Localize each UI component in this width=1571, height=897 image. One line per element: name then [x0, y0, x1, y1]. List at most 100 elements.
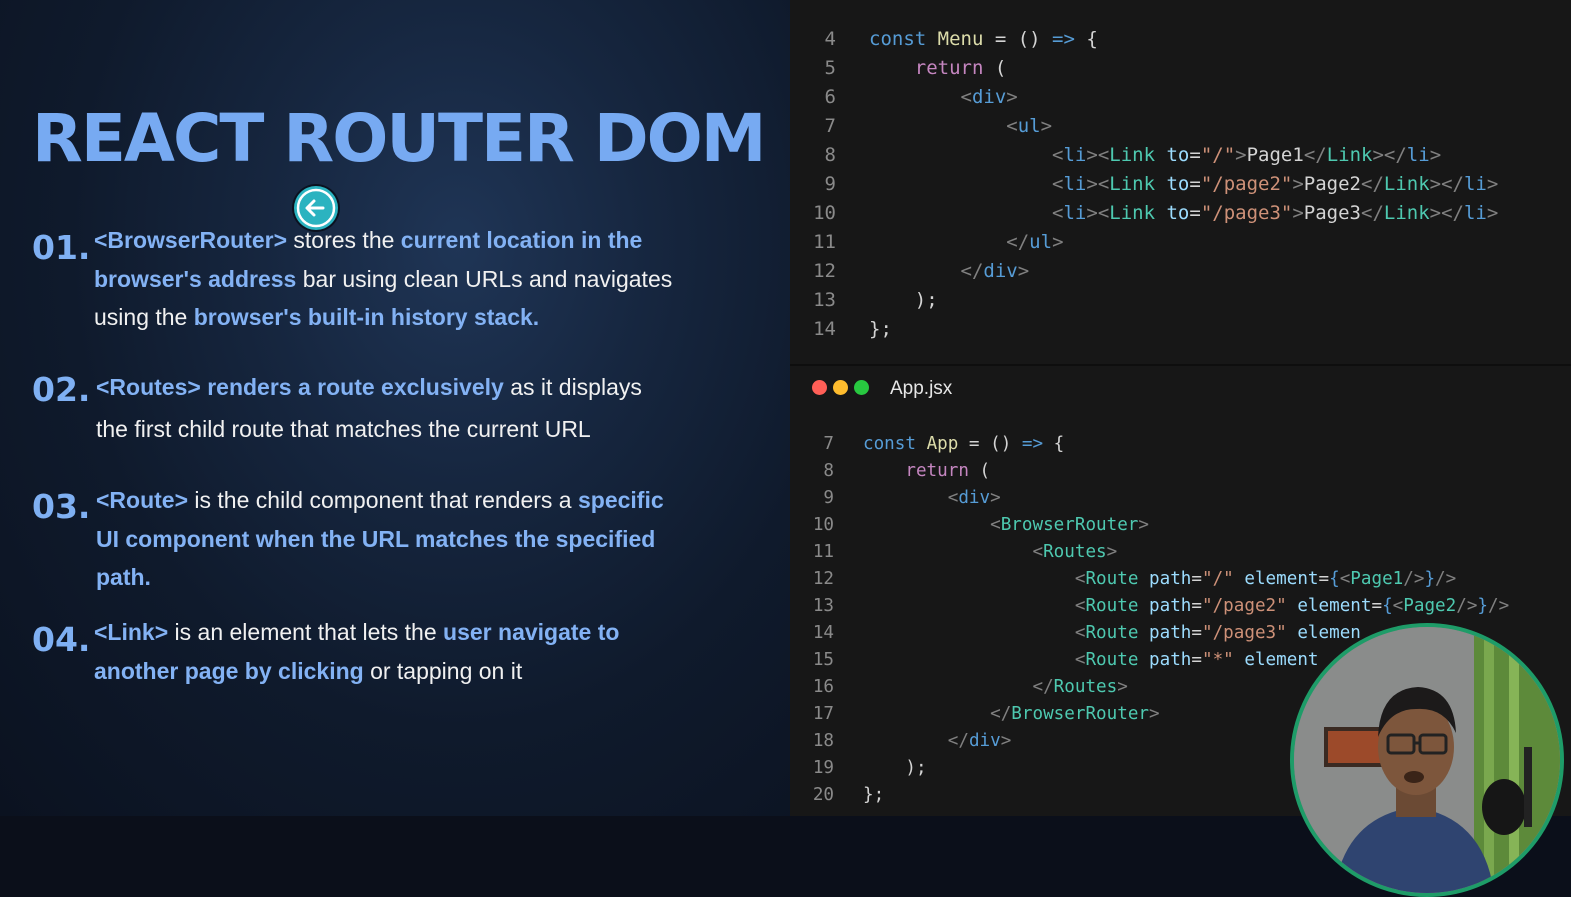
- code-token: App: [926, 434, 959, 454]
- code-token: {: [1329, 569, 1340, 589]
- code-token: <: [1052, 144, 1064, 166]
- code-token: li: [1063, 173, 1087, 195]
- code-token: Page3: [1303, 202, 1361, 224]
- code-token: />: [1488, 596, 1510, 616]
- code-token: <: [1339, 569, 1351, 589]
- line-number: 16: [812, 677, 834, 697]
- code-line[interactable]: );: [869, 289, 938, 311]
- code-token: =: [1191, 650, 1202, 670]
- code-line[interactable]: const Menu = () => {: [869, 28, 1098, 50]
- code-token: ></: [1429, 202, 1464, 224]
- close-dot[interactable]: [812, 380, 827, 395]
- code-line[interactable]: <ul>: [869, 115, 1052, 137]
- code-line[interactable]: <Routes>: [863, 542, 1117, 562]
- code-line[interactable]: return (: [869, 57, 1007, 79]
- code-line[interactable]: <Route path="/page2" element={<Page2/>}/…: [863, 596, 1509, 616]
- code-line[interactable]: );: [863, 758, 927, 778]
- line-number: 7: [823, 434, 834, 454]
- code-token: </: [1361, 202, 1384, 224]
- line-number: 13: [812, 596, 834, 616]
- code-token: "/": [1200, 144, 1236, 166]
- minimize-dot[interactable]: [833, 380, 848, 395]
- code-token: Route: [1085, 650, 1139, 670]
- code-line[interactable]: <Route path="*" element: [863, 650, 1319, 670]
- code-token: =: [1191, 623, 1202, 643]
- code-line[interactable]: };: [863, 785, 884, 805]
- file-tab-app-jsx[interactable]: App.jsx: [890, 378, 952, 400]
- code-line[interactable]: return (: [863, 461, 990, 481]
- code-token: div: [971, 86, 1007, 108]
- code-token: >: [1052, 231, 1064, 253]
- highlight-text: <Link>: [94, 619, 169, 645]
- code-token: const: [869, 28, 938, 50]
- code-token: >: [1235, 144, 1247, 166]
- code-token: =>: [1052, 28, 1075, 50]
- code-token: element: [1297, 596, 1372, 616]
- line-number: 14: [813, 318, 836, 340]
- code-line[interactable]: <BrowserRouter>: [863, 515, 1149, 535]
- code-line[interactable]: <div>: [869, 86, 1018, 108]
- code-line[interactable]: const App = () => {: [863, 434, 1064, 454]
- code-token: "/page2": [1201, 596, 1287, 616]
- code-token: );: [863, 758, 927, 778]
- line-number: 18: [812, 731, 834, 751]
- code-token: };: [869, 318, 892, 340]
- code-line[interactable]: </div>: [863, 731, 1012, 751]
- code-token: >: [1486, 173, 1499, 195]
- code-token: path: [1149, 650, 1192, 670]
- code-line[interactable]: </ul>: [869, 231, 1064, 253]
- code-token: li: [1463, 173, 1487, 195]
- code-token: BrowserRouter: [1011, 704, 1149, 724]
- code-token: Link: [1383, 202, 1430, 224]
- highlight-text: <Route>: [96, 487, 189, 513]
- code-line[interactable]: <div>: [863, 488, 1001, 508]
- code-line[interactable]: <li><Link to="/page3">Page3</Link></li>: [869, 202, 1498, 224]
- line-number: 9: [823, 488, 834, 508]
- code-line[interactable]: <li><Link to="/page2">Page2</Link></li>: [869, 173, 1498, 195]
- code-token: =: [1371, 596, 1383, 616]
- code-token: Page2: [1303, 173, 1361, 195]
- code-token: <: [1392, 596, 1404, 616]
- code-line[interactable]: <Route path="/page3" elemen: [863, 623, 1361, 643]
- code-line[interactable]: </BrowserRouter>: [863, 704, 1159, 724]
- item-number: 03.: [32, 487, 91, 526]
- code-token: >: [1486, 202, 1499, 224]
- line-number: 14: [812, 623, 834, 643]
- code-token: =: [1191, 596, 1202, 616]
- item-number: 02.: [32, 370, 91, 409]
- item-text-1: <BrowserRouter> stores the current locat…: [94, 221, 674, 337]
- line-number: 8: [823, 461, 834, 481]
- code-line[interactable]: };: [869, 318, 892, 340]
- code-line[interactable]: </Routes>: [863, 677, 1127, 697]
- code-line[interactable]: <Route path="/" element={<Page1/>}/>: [863, 569, 1456, 589]
- code-token: >: [1106, 542, 1118, 562]
- code-token: li: [1463, 202, 1487, 224]
- code-token: =: [1318, 569, 1330, 589]
- code-token: BrowserRouter: [1000, 515, 1139, 535]
- maximize-dot[interactable]: [854, 380, 869, 395]
- code-line[interactable]: <li><Link to="/">Page1</Link></li>: [869, 144, 1441, 166]
- item-text-2: <Routes> renders a route exclusively as …: [96, 366, 676, 450]
- code-token: };: [863, 785, 885, 805]
- code-line[interactable]: </div>: [869, 260, 1030, 282]
- code-token: =: [1189, 202, 1201, 224]
- line-number: 4: [824, 28, 836, 50]
- slide-title: REACT ROUTER DOM: [32, 100, 766, 177]
- code-token: </: [1032, 677, 1054, 697]
